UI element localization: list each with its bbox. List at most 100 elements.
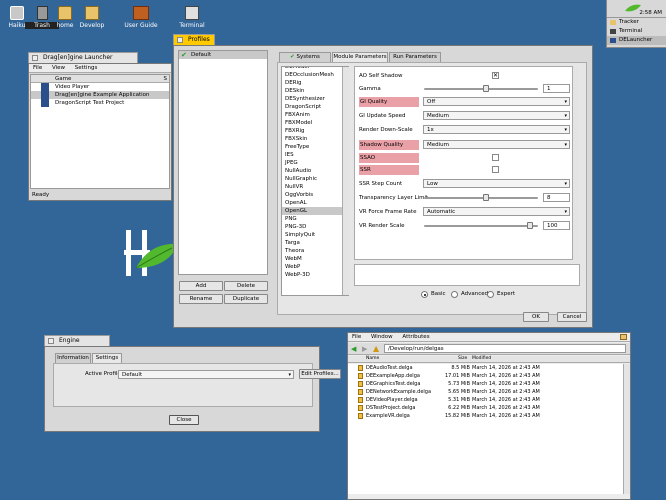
gamma-slider[interactable]: [424, 88, 538, 90]
cancel-button[interactable]: Cancel: [557, 312, 587, 322]
profiles-title-tab[interactable]: Profiles: [173, 34, 215, 45]
delete-button[interactable]: Delete: [224, 281, 268, 291]
forward-arrow-icon[interactable]: ▶: [362, 345, 367, 353]
mode-basic-radio[interactable]: [421, 291, 428, 298]
table-row[interactable]: DENetworkExample.delga 5.65 MiB March 14, …: [348, 388, 630, 396]
list-item[interactable]: DragonScript Test Project: [31, 99, 169, 107]
list-item[interactable]: ✔ Default: [179, 51, 267, 59]
table-row[interactable]: DSTestProject.delga 6.22 MiB March 14, 202…: [348, 404, 630, 412]
menu-settings[interactable]: Settings: [75, 65, 98, 71]
parameter-list-scrollbar[interactable]: [572, 67, 579, 259]
transparency-value-field[interactable]: 8: [543, 193, 570, 202]
ok-button[interactable]: OK: [523, 312, 549, 322]
list-item[interactable]: NullVR: [282, 183, 348, 191]
develop-desktop-icon[interactable]: Develop: [75, 6, 109, 29]
engine-properties-title-tab[interactable]: Engine Properties: [44, 335, 110, 354]
list-item[interactable]: WebP-3D: [282, 271, 348, 279]
tab-systems[interactable]: ✔ Systems: [279, 52, 331, 62]
list-item[interactable]: FreeType: [282, 143, 348, 151]
close-box-icon[interactable]: [48, 338, 54, 344]
list-item[interactable]: JPEG: [282, 159, 348, 167]
transparency-slider[interactable]: [424, 197, 538, 199]
file-list-scrollbar[interactable]: [623, 364, 630, 494]
list-item[interactable]: DragonScript: [282, 103, 348, 111]
list-item[interactable]: NullGraphic: [282, 175, 348, 183]
list-item[interactable]: PNG-3D: [282, 223, 348, 231]
table-row[interactable]: DEGraphicsTest.delga 5.73 MiB March 14, 20…: [348, 380, 630, 388]
vr-render-scale-slider-knob[interactable]: [526, 222, 533, 229]
add-button[interactable]: Add: [179, 281, 223, 291]
ssr-checkbox[interactable]: [492, 166, 499, 173]
mode-advanced-radio[interactable]: [451, 291, 458, 298]
tab-run-parameters[interactable]: Run Parameters: [389, 52, 441, 62]
menu-file[interactable]: File: [33, 65, 42, 71]
list-item[interactable]: FBXRig: [282, 127, 348, 135]
terminal-desktop-icon[interactable]: Terminal: [175, 6, 209, 29]
vr-render-scale-value-field[interactable]: 100: [543, 221, 570, 230]
list-item[interactable]: OggVorbis: [282, 191, 348, 199]
folder-icon[interactable]: [620, 334, 627, 340]
transparency-slider-knob[interactable]: [483, 194, 490, 201]
list-item[interactable]: DESkin: [282, 87, 348, 95]
vr-render-scale-slider[interactable]: [424, 225, 538, 227]
list-item[interactable]: DESynthesizer: [282, 95, 348, 103]
list-item[interactable]: OpenGL: [282, 207, 348, 215]
menu-window[interactable]: Window: [371, 334, 393, 340]
list-item[interactable]: DERig: [282, 79, 348, 87]
list-item[interactable]: WebP: [282, 263, 348, 271]
list-item[interactable]: WebM: [282, 255, 348, 263]
close-button[interactable]: Close: [169, 415, 199, 425]
deskbar-leaf-menu[interactable]: 2:58 AM: [607, 0, 666, 18]
file-list[interactable]: DEAudioTest.delga 8.5 MiB March 14, 2026 a…: [348, 364, 630, 494]
active-profile-dropdown[interactable]: Default: [118, 370, 294, 379]
menu-view[interactable]: View: [52, 65, 65, 71]
module-list-scrollbar[interactable]: [342, 67, 349, 295]
gi-quality-dropdown[interactable]: Off: [423, 97, 570, 106]
list-item[interactable]: Video Player: [31, 83, 169, 91]
gi-update-speed-dropdown[interactable]: Medium: [423, 111, 570, 120]
deskbar-app-tracker[interactable]: Tracker: [607, 18, 666, 27]
column-modified[interactable]: Modified: [472, 356, 491, 361]
table-row[interactable]: ExampleVR.delga 15.82 MiB March 14, 2026 a…: [348, 412, 630, 420]
shadow-quality-dropdown[interactable]: Medium: [423, 140, 570, 149]
duplicate-button[interactable]: Duplicate: [224, 294, 268, 304]
column-size[interactable]: Size: [458, 356, 467, 361]
deskbar-app-terminal[interactable]: Terminal: [607, 27, 666, 36]
table-row[interactable]: DEVideoPlayer.delga 5.31 MiB March 14, 202…: [348, 396, 630, 404]
gamma-value-field[interactable]: 1: [543, 84, 570, 93]
vr-force-frame-rate-dropdown[interactable]: Automatic: [423, 207, 570, 216]
tab-module-parameters[interactable]: Module Parameters: [332, 52, 388, 62]
menu-attributes[interactable]: Attributes: [402, 334, 429, 340]
path-field[interactable]: /Develop/run/delgas: [384, 344, 626, 353]
mode-expert-radio[interactable]: [487, 291, 494, 298]
ssao-checkbox[interactable]: [492, 154, 499, 161]
profile-list[interactable]: ✔ Default: [178, 50, 268, 275]
list-item[interactable]: DEOcclusionMesh: [282, 71, 348, 79]
list-item[interactable]: FBXModel: [282, 119, 348, 127]
list-item[interactable]: SimplyQuit: [282, 231, 348, 239]
edit-profiles-button[interactable]: Edit Profiles...: [299, 369, 341, 379]
launcher-title-tab[interactable]: Drag[en]gine Launcher: [28, 52, 138, 63]
ssr-step-count-dropdown[interactable]: Low: [423, 179, 570, 188]
deskbar-app-delauncher[interactable]: DELauncher: [607, 36, 666, 45]
list-item[interactable]: NullAudio: [282, 167, 348, 175]
gamma-slider-knob[interactable]: [483, 85, 490, 92]
module-list[interactable]: DEModel DEOcclusionMesh DERig DESkin DESynth…: [281, 66, 349, 296]
table-row[interactable]: DEAudioTest.delga 8.5 MiB March 14, 2026 a…: [348, 364, 630, 372]
close-box-icon[interactable]: [32, 55, 38, 61]
ao-self-shadow-checkbox[interactable]: ✕: [492, 72, 499, 79]
table-row[interactable]: DEExampleApp.delga 17.01 MiB March 14, 202…: [348, 372, 630, 380]
rename-button[interactable]: Rename: [179, 294, 223, 304]
menu-file[interactable]: File: [352, 334, 361, 340]
back-arrow-icon[interactable]: ◀: [351, 345, 356, 353]
list-item[interactable]: Drag[en]gine Example Application: [31, 91, 169, 99]
list-item[interactable]: IES: [282, 151, 348, 159]
tab-settings[interactable]: Settings: [92, 353, 122, 363]
list-item[interactable]: OpenAL: [282, 199, 348, 207]
list-item[interactable]: Targa: [282, 239, 348, 247]
user-guide-desktop-icon[interactable]: User Guide: [123, 6, 159, 29]
tab-information[interactable]: Information: [55, 353, 91, 363]
parent-folder-icon[interactable]: ▲: [373, 344, 379, 353]
deskbar-clock[interactable]: 2:58 AM: [639, 10, 662, 16]
list-item[interactable]: FBXAnim: [282, 111, 348, 119]
